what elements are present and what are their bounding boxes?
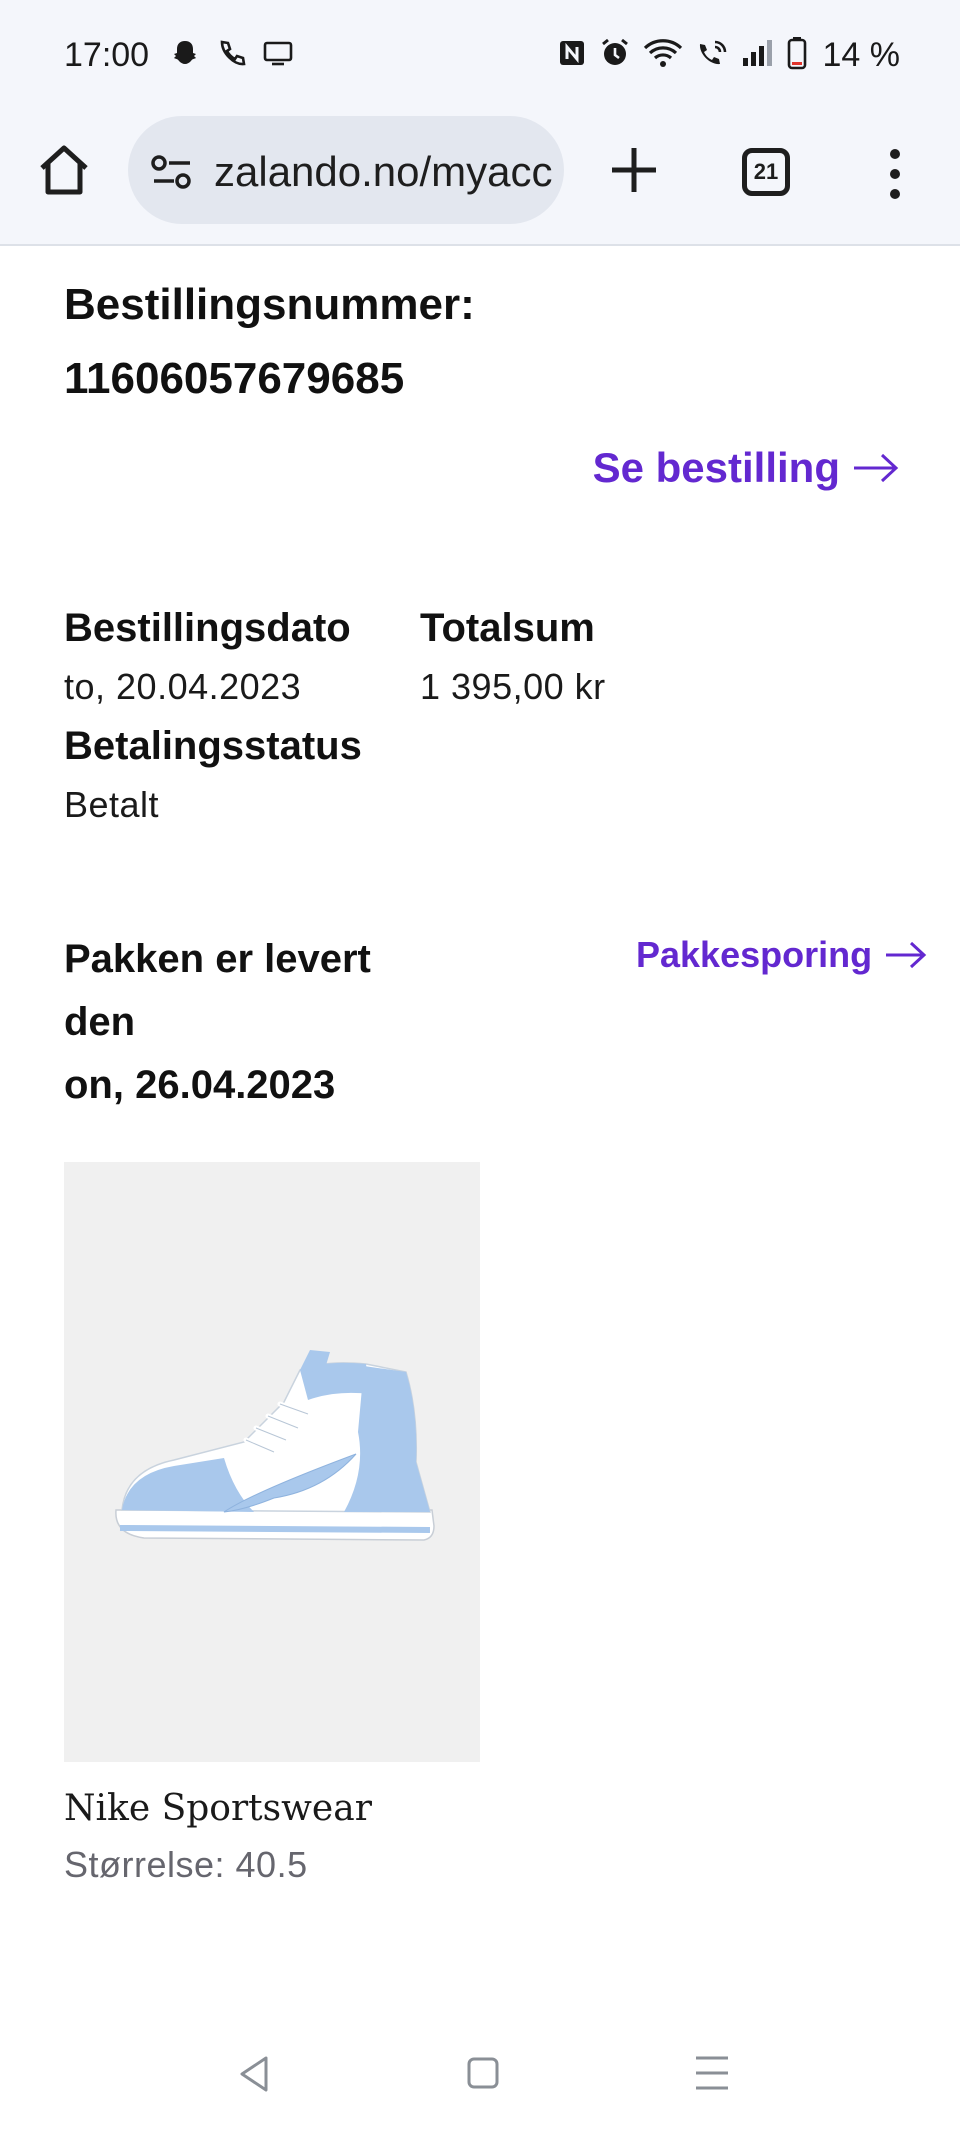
order-number-value: 11606057679685 [64,354,405,403]
product-brand[interactable]: Nike Sportswear [64,1788,372,1829]
sneaker-image [115,1350,435,1541]
back-icon[interactable] [236,2054,272,2099]
see-order-link[interactable]: Se bestilling [593,444,900,492]
battery-percent: 14 % [822,36,901,74]
phone-icon [216,38,246,73]
order-date-value: to, 20.04.2023 [64,666,302,707]
status-right-icons: 14 % [557,36,901,75]
status-left-icons [170,38,294,73]
status-time: 17:00 [64,36,150,74]
site-settings-icon[interactable] [150,154,194,195]
arrow-right-icon [886,941,927,969]
status-bar: 17:00 14 % [0,0,960,110]
wifi-icon [643,38,683,73]
total-value: 1 395,00 kr [420,666,606,707]
order-number: Bestillingsnummer: 11606057679685 [64,268,475,416]
url-text[interactable]: zalando.no/myaccount [214,148,554,196]
delivery-status-line-1: Pakken er levert [64,937,371,981]
tab-switcher-button[interactable]: 21 [742,148,790,196]
home-square-icon[interactable] [466,2056,500,2095]
recents-menu-icon[interactable] [694,2054,730,2097]
more-vert-icon [890,149,900,199]
address-bar[interactable]: zalando.no/myaccount [128,116,564,224]
order-date-label: Bestillingsdato [64,606,351,650]
order-number-label: Bestillingsnummer: [64,280,475,329]
tracking-label: Pakkesporing [636,934,873,975]
delivery-status-line-2: den [64,1000,136,1044]
plus-icon [612,148,656,192]
system-nav-bar [0,2030,960,2133]
snapchat-icon [170,38,200,73]
total-label: Totalsum [420,606,595,650]
alarm-icon [599,37,631,74]
screen-icon [262,38,294,73]
home-icon [40,145,88,195]
signal-icon [741,38,775,73]
browser-toolbar: zalando.no/myaccount 21 [0,110,960,246]
wifi-call-icon [695,38,729,73]
arrow-right-icon [854,453,899,483]
menu-button[interactable] [880,146,910,202]
tracking-link[interactable]: Pakkesporing [636,934,928,976]
product-size: Størrelse: 40.5 [64,1844,308,1885]
nfc-icon [557,38,587,73]
see-order-label: Se bestilling [592,444,840,491]
delivery-status: Pakken er levert den on, 26.04.2023 [64,928,424,1117]
battery-icon [787,36,807,75]
delivery-status-line-3: on, 26.04.2023 [64,1063,336,1107]
payment-status-value: Betalt [64,784,160,825]
payment-status-label: Betalingsstatus [64,724,362,768]
home-button[interactable] [36,142,92,198]
new-tab-button[interactable] [608,144,660,196]
product-image[interactable] [64,1162,480,1762]
